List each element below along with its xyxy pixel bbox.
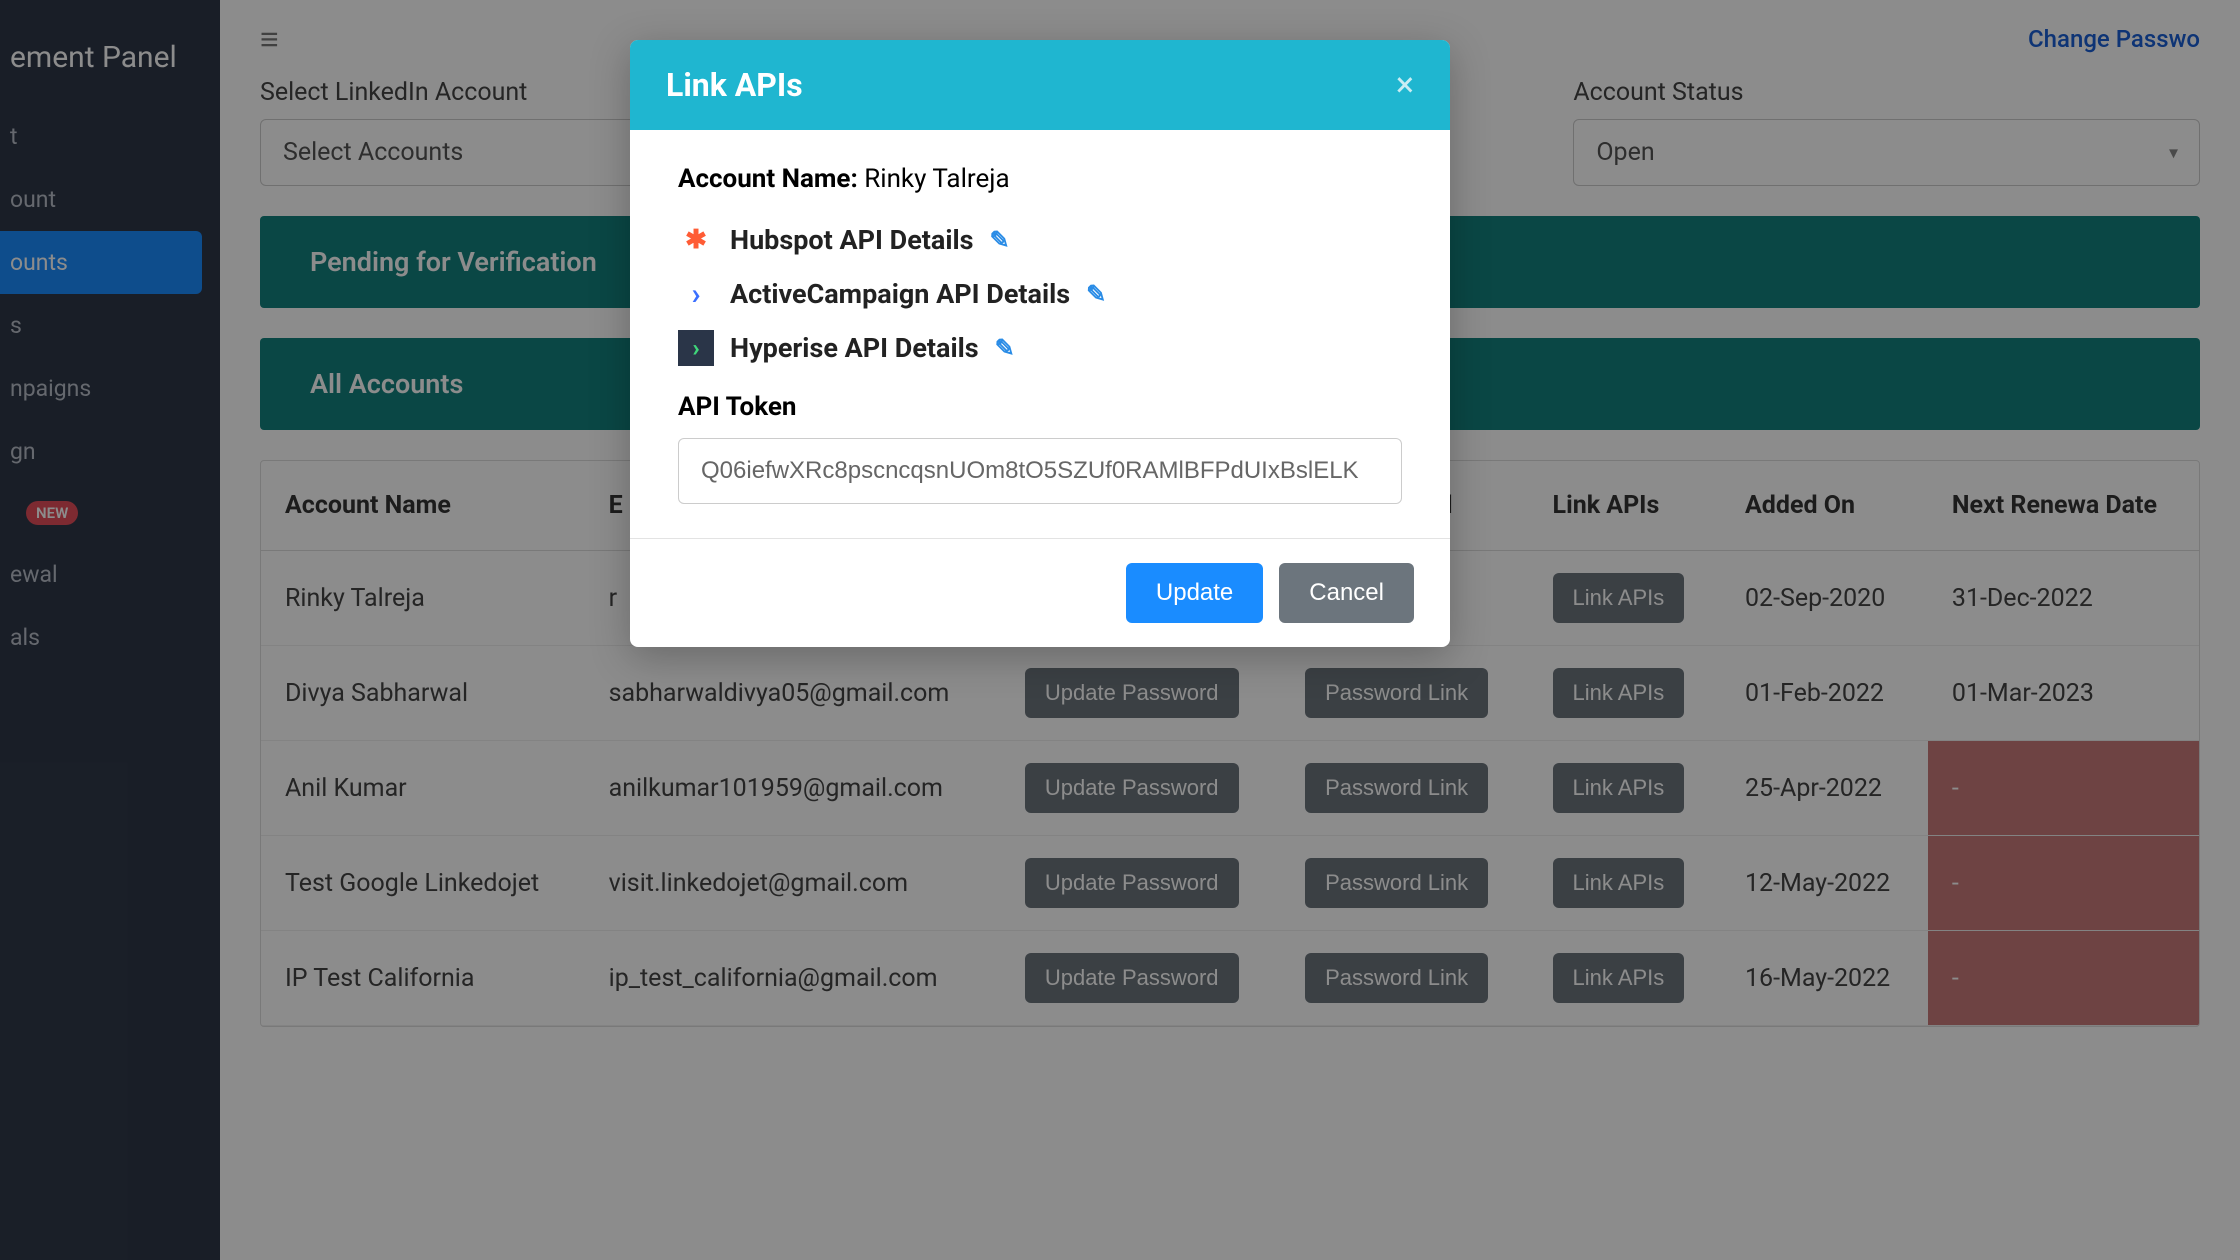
edit-icon[interactable]: ✎ — [1086, 280, 1106, 308]
account-name-label: Account Name: — [678, 164, 858, 194]
modal-footer: Update Cancel — [630, 538, 1450, 647]
update-button[interactable]: Update — [1126, 563, 1263, 623]
link-apis-modal: Link APIs × Account Name: Rinky Talreja … — [630, 40, 1450, 647]
activecampaign-api-row: › ActiveCampaign API Details ✎ — [678, 276, 1402, 312]
activecampaign-api-label: ActiveCampaign API Details — [730, 278, 1070, 310]
hyperise-api-label: Hyperise API Details — [730, 332, 979, 364]
api-token-label: API Token — [678, 392, 1402, 422]
edit-icon[interactable]: ✎ — [990, 226, 1010, 254]
account-name-value: Rinky Talreja — [864, 164, 1009, 194]
hubspot-icon: ✱ — [678, 222, 714, 258]
hyperise-icon: › — [678, 330, 714, 366]
activecampaign-icon: › — [678, 276, 714, 312]
hubspot-api-label: Hubspot API Details — [730, 224, 974, 256]
account-name-line: Account Name: Rinky Talreja — [678, 164, 1402, 194]
hyperise-api-row: › Hyperise API Details ✎ — [678, 330, 1402, 366]
hubspot-api-row: ✱ Hubspot API Details ✎ — [678, 222, 1402, 258]
api-token-input[interactable] — [678, 438, 1402, 504]
modal-header: Link APIs × — [630, 40, 1450, 130]
modal-body: Account Name: Rinky Talreja ✱ Hubspot AP… — [630, 130, 1450, 538]
modal-title: Link APIs — [666, 66, 803, 104]
edit-icon[interactable]: ✎ — [995, 334, 1015, 362]
cancel-button[interactable]: Cancel — [1279, 563, 1414, 623]
close-icon[interactable]: × — [1396, 68, 1414, 102]
